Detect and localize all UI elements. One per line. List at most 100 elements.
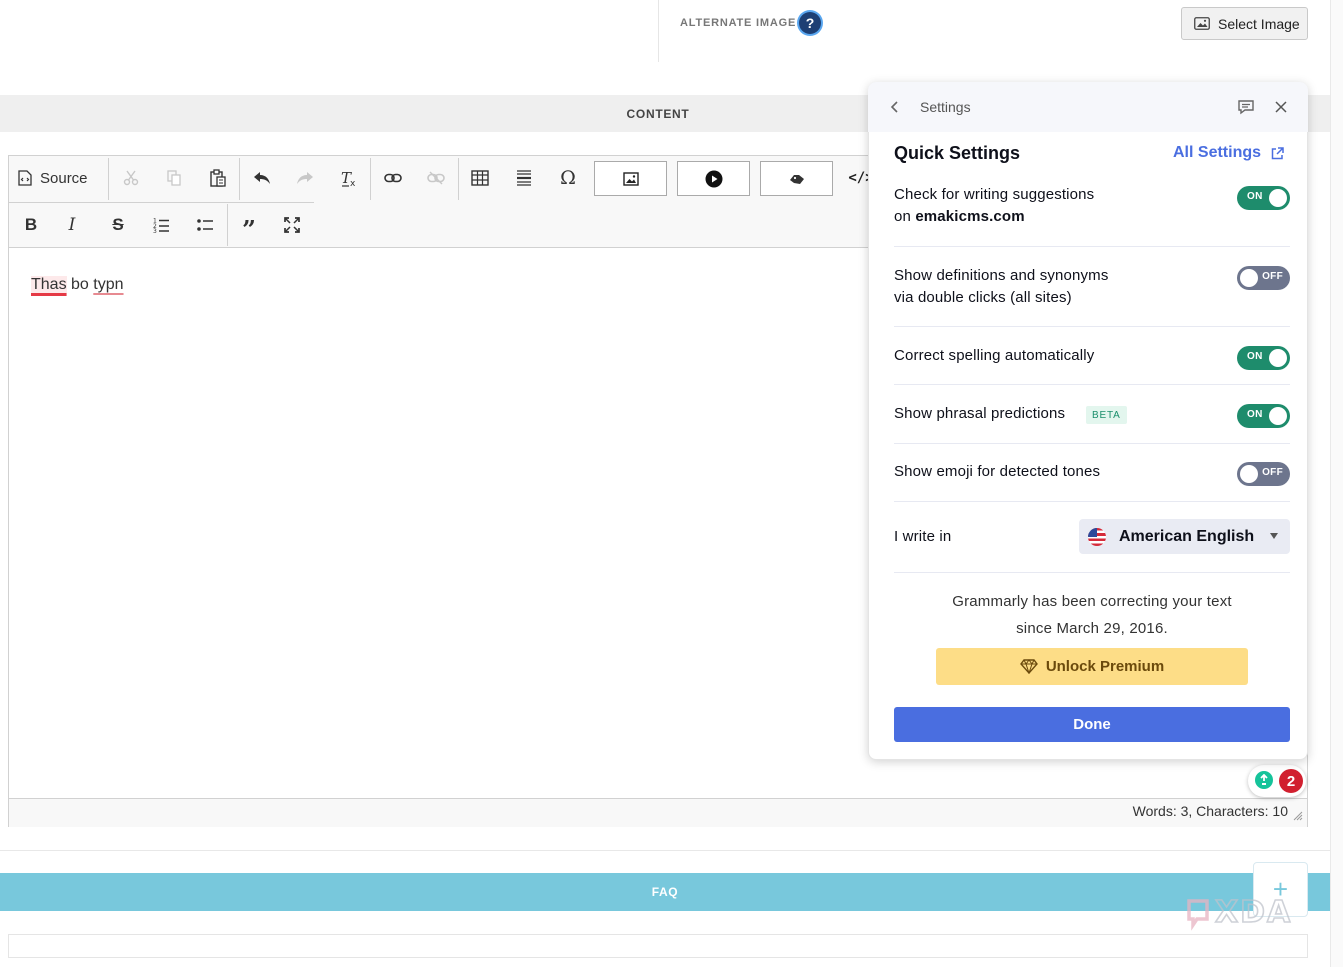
faq-section-label: FAQ — [651, 885, 679, 899]
link-icon[interactable] — [378, 163, 408, 193]
row-divider — [894, 572, 1290, 573]
feedback-icon[interactable] — [1237, 99, 1255, 115]
maximize-icon[interactable] — [277, 210, 307, 240]
copy-icon[interactable] — [159, 163, 189, 193]
blockquote-icon[interactable]: ” — [234, 210, 264, 242]
since-line-1: Grammarly has been correcting your text — [952, 593, 1232, 610]
unlock-premium-label: Unlock Premium — [1045, 658, 1165, 675]
toolbar-separator — [370, 158, 371, 200]
back-arrow-icon[interactable] — [886, 97, 904, 117]
since-line-2: since March 29, 2016. — [1016, 620, 1168, 637]
page-scrollbar[interactable] — [1330, 0, 1343, 967]
panel-title: Settings — [920, 99, 971, 115]
toolbar-row-divider — [9, 202, 314, 203]
toggle-definitions[interactable]: OFF — [1237, 266, 1290, 290]
toggle-knob — [1240, 465, 1258, 483]
editor-status-bar — [9, 798, 1307, 827]
svg-text:XDA: XDA — [1215, 895, 1292, 930]
toggle-autocorrect[interactable]: ON — [1237, 346, 1290, 370]
paste-icon[interactable] — [203, 163, 233, 193]
setting-sublabel: on emakicms.com — [894, 206, 1094, 228]
select-image-button[interactable]: Select Image — [1181, 7, 1308, 40]
site-domain: emakicms.com — [915, 208, 1025, 225]
toolbar-separator — [227, 204, 228, 246]
toggle-knob — [1240, 269, 1258, 287]
svg-text:3: 3 — [153, 228, 157, 233]
toggle-state: ON — [1247, 191, 1263, 202]
source-icon — [18, 170, 32, 186]
toolbar-separator — [108, 158, 109, 200]
alternate-image-label: ALTERNATE IMAGE — [680, 17, 797, 29]
close-icon[interactable] — [1273, 99, 1289, 115]
row-divider — [894, 501, 1290, 502]
setting-phrasal-predictions: Show phrasal predictions — [894, 403, 1065, 425]
setting-emoji-tones: Show emoji for detected tones — [894, 461, 1100, 483]
setting-label: Show emoji for detected tones — [894, 463, 1101, 480]
insert-video-button[interactable] — [677, 161, 750, 196]
cut-icon[interactable] — [116, 163, 146, 193]
all-settings-label: All Settings — [1173, 144, 1262, 161]
external-link-icon — [1271, 146, 1284, 159]
done-button[interactable]: Done — [894, 707, 1290, 742]
strikethrough-icon[interactable]: S — [103, 210, 133, 240]
toggle-state: ON — [1247, 351, 1263, 362]
bulleted-list-icon[interactable] — [190, 210, 220, 240]
setting-label: Show phrasal predictions — [894, 405, 1066, 422]
unlink-icon[interactable] — [421, 163, 451, 193]
faq-content-area[interactable] — [8, 934, 1308, 958]
image-icon — [1194, 17, 1210, 30]
diamond-icon — [1019, 659, 1038, 674]
language-dropdown[interactable]: American English — [1079, 519, 1290, 554]
source-button[interactable]: Source — [18, 163, 88, 193]
resize-handle-icon[interactable] — [1293, 811, 1303, 821]
special-char-icon[interactable]: Ω — [553, 163, 583, 193]
faq-section-header: FAQ — [0, 873, 1330, 911]
bold-icon[interactable]: B — [16, 210, 46, 240]
toggle-emoji-tones[interactable]: OFF — [1237, 462, 1290, 486]
done-label: Done — [1073, 716, 1111, 733]
setting-writing-suggestions: Check for writing suggestions on emakicm… — [894, 184, 1094, 228]
setting-autocorrect: Correct spelling automatically — [894, 345, 1094, 367]
source-label: Source — [40, 169, 88, 187]
insert-embed-button[interactable] — [760, 161, 833, 196]
section-divider — [0, 850, 1330, 851]
toggle-knob — [1269, 189, 1287, 207]
misspelled-word[interactable]: typn — [93, 276, 123, 293]
toggle-knob — [1269, 349, 1287, 367]
row-divider — [894, 326, 1290, 327]
setting-sublabel: via double clicks (all sites) — [894, 289, 1072, 306]
grammarly-issue-count[interactable]: 2 — [1279, 769, 1303, 793]
editor-content[interactable]: Thas bo typn — [31, 276, 124, 294]
redo-icon[interactable] — [290, 163, 320, 193]
numbered-list-icon[interactable]: 123 — [146, 210, 176, 240]
language-label: I write in — [894, 528, 952, 545]
italic-icon[interactable]: I — [57, 210, 87, 240]
undo-icon[interactable] — [247, 163, 277, 193]
horizontal-line-icon[interactable] — [509, 163, 539, 193]
toggle-state: OFF — [1262, 467, 1283, 478]
all-settings-link[interactable]: All Settings — [1173, 144, 1284, 162]
xda-watermark-logo: XDA — [1187, 894, 1292, 931]
toggle-phrasal-predictions[interactable]: ON — [1237, 404, 1290, 428]
help-icon[interactable]: ? — [799, 12, 821, 34]
us-flag-icon — [1088, 527, 1106, 546]
toggle-knob — [1269, 407, 1287, 425]
grammarly-since-text: Grammarly has been correcting your text … — [894, 588, 1290, 642]
unlock-premium-button[interactable]: Unlock Premium — [936, 648, 1248, 685]
grammarly-bulb-icon[interactable] — [1255, 771, 1273, 789]
row-divider — [894, 246, 1290, 247]
table-icon[interactable] — [465, 163, 495, 193]
quick-settings-title: Quick Settings — [894, 143, 1021, 163]
svg-text:x: x — [350, 179, 356, 187]
beta-badge: BETA — [1086, 406, 1127, 424]
word-count: Words: 3, Characters: 10 — [1132, 803, 1288, 819]
setting-definitions: Show definitions and synonyms via double… — [894, 265, 1108, 309]
remove-format-icon[interactable]: Tx — [334, 163, 364, 193]
top-divider — [658, 0, 659, 62]
language-value: American English — [1119, 527, 1255, 545]
insert-image-button[interactable] — [594, 161, 667, 196]
video-icon — [705, 170, 722, 187]
toggle-writing-suggestions[interactable]: ON — [1237, 186, 1290, 210]
content-section-label: CONTENT — [626, 106, 690, 121]
misspelled-word[interactable]: Thas — [31, 276, 67, 293]
